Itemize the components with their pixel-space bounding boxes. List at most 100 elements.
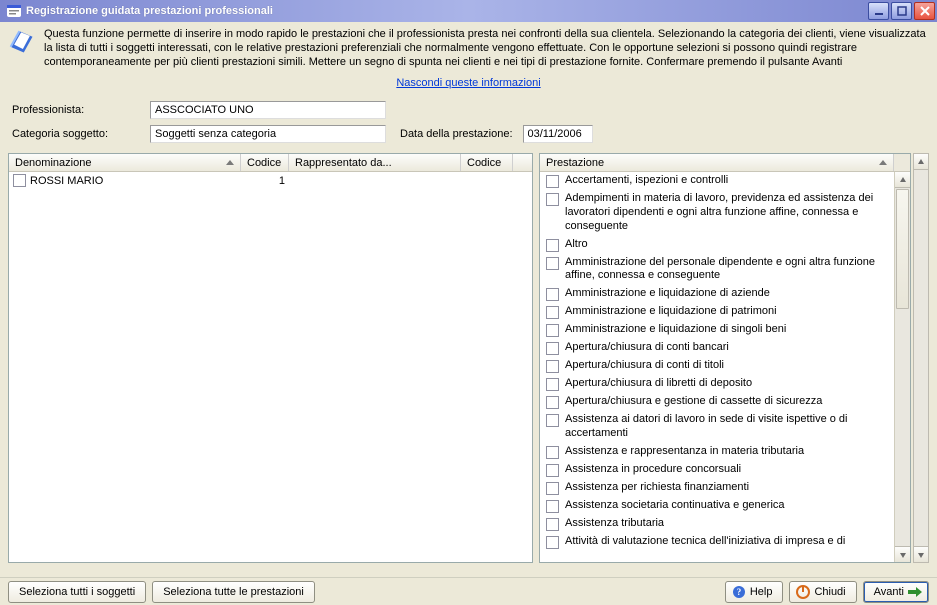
- list-item[interactable]: Assistenza societaria continuativa e gen…: [540, 497, 894, 515]
- codice-cell: 1: [241, 172, 289, 189]
- next-button[interactable]: Avanti: [863, 581, 929, 603]
- professionista-label: Professionista:: [12, 104, 150, 116]
- service-text: Amministrazione e liquidazione di patrim…: [565, 305, 777, 319]
- service-checkbox[interactable]: [546, 378, 559, 391]
- close-button[interactable]: [914, 2, 935, 20]
- hide-info-link[interactable]: Nascondi queste informazioni: [396, 77, 540, 89]
- list-item[interactable]: Apertura/chiusura e gestione di cassette…: [540, 393, 894, 411]
- col-prestazione[interactable]: Prestazione: [540, 154, 894, 171]
- service-text: Assistenza ai datori di lavoro in sede d…: [565, 413, 888, 441]
- service-checkbox[interactable]: [546, 396, 559, 409]
- list-item[interactable]: Amministrazione del personale dipendente…: [540, 254, 894, 286]
- row-checkbox[interactable]: [13, 174, 26, 187]
- outer-scroll-down-icon[interactable]: [914, 546, 928, 562]
- services-table: Prestazione Accertamenti, ispezioni e co…: [539, 153, 911, 563]
- service-checkbox[interactable]: [546, 446, 559, 459]
- list-item[interactable]: Assistenza e rappresentanza in materia t…: [540, 443, 894, 461]
- outer-scrollbar[interactable]: [913, 153, 929, 563]
- col-rappresentato[interactable]: Rappresentato da...: [289, 154, 461, 171]
- scroll-up-icon[interactable]: [895, 172, 910, 188]
- service-text: Apertura/chiusura e gestione di cassette…: [565, 395, 822, 409]
- service-checkbox[interactable]: [546, 175, 559, 188]
- service-checkbox[interactable]: [546, 518, 559, 531]
- data-prestazione-input[interactable]: [523, 125, 593, 143]
- codice2-cell: [461, 172, 513, 189]
- list-item[interactable]: Amministrazione e liquidazione di singol…: [540, 321, 894, 339]
- maximize-button[interactable]: [891, 2, 912, 20]
- service-text: Apertura/chiusura di conti bancari: [565, 341, 729, 355]
- scroll-down-icon[interactable]: [895, 546, 910, 562]
- help-button[interactable]: ? Help: [725, 581, 784, 603]
- minimize-button[interactable]: [868, 2, 889, 20]
- service-checkbox[interactable]: [546, 482, 559, 495]
- denom-text: ROSSI MARIO: [30, 175, 103, 187]
- list-item[interactable]: Assistenza tributaria: [540, 515, 894, 533]
- power-icon: [796, 585, 810, 599]
- service-checkbox[interactable]: [546, 536, 559, 549]
- service-checkbox[interactable]: [546, 288, 559, 301]
- list-item[interactable]: Adempimenti in materia di lavoro, previd…: [540, 190, 894, 235]
- col-scroll-gap: [894, 154, 910, 171]
- services-scrollbar[interactable]: [894, 172, 910, 562]
- service-checkbox[interactable]: [546, 414, 559, 427]
- col-codice[interactable]: Codice: [241, 154, 289, 171]
- service-checkbox[interactable]: [546, 464, 559, 477]
- subjects-table: Denominazione Codice Rappresentato da...…: [8, 153, 533, 563]
- categoria-input[interactable]: [150, 125, 386, 143]
- service-text: Amministrazione e liquidazione di singol…: [565, 323, 786, 337]
- outer-scroll-up-icon[interactable]: [914, 154, 928, 170]
- col-denominazione[interactable]: Denominazione: [9, 154, 241, 171]
- window-title: Registrazione guidata prestazioni profes…: [26, 5, 868, 17]
- service-text: Assistenza societaria continuativa e gen…: [565, 499, 785, 513]
- list-item[interactable]: Amministrazione e liquidazione di aziend…: [540, 285, 894, 303]
- arrow-right-icon: [908, 586, 922, 598]
- table-row[interactable]: ROSSI MARIO 1: [9, 172, 532, 189]
- app-icon: [6, 3, 22, 19]
- service-text: Assistenza e rappresentanza in materia t…: [565, 445, 804, 459]
- service-text: Amministrazione e liquidazione di aziend…: [565, 287, 770, 301]
- list-item[interactable]: Assistenza in procedure concorsuali: [540, 461, 894, 479]
- list-item[interactable]: Assistenza per richiesta finanziamenti: [540, 479, 894, 497]
- list-item[interactable]: Accertamenti, ispezioni e controlli: [540, 172, 894, 190]
- list-item[interactable]: Attività di valutazione tecnica dell'ini…: [540, 533, 894, 551]
- service-checkbox[interactable]: [546, 342, 559, 355]
- service-checkbox[interactable]: [546, 360, 559, 373]
- close-dialog-button[interactable]: Chiudi: [789, 581, 856, 603]
- service-checkbox[interactable]: [546, 257, 559, 270]
- service-text: Adempimenti in materia di lavoro, previd…: [565, 192, 888, 233]
- service-checkbox[interactable]: [546, 500, 559, 513]
- list-item[interactable]: Apertura/chiusura di conti di titoli: [540, 357, 894, 375]
- service-checkbox[interactable]: [546, 239, 559, 252]
- service-text: Apertura/chiusura di libretti di deposit…: [565, 377, 752, 391]
- select-all-services-button[interactable]: Seleziona tutte le prestazioni: [152, 581, 315, 603]
- info-text: Questa funzione permette di inserire in …: [44, 28, 927, 69]
- list-item[interactable]: Apertura/chiusura di libretti di deposit…: [540, 375, 894, 393]
- professionista-input[interactable]: [150, 101, 386, 119]
- service-checkbox[interactable]: [546, 193, 559, 206]
- service-text: Assistenza in procedure concorsuali: [565, 463, 741, 477]
- title-bar: Registrazione guidata prestazioni profes…: [0, 0, 937, 22]
- service-text: Altro: [565, 238, 588, 252]
- categoria-label: Categoria soggetto:: [12, 128, 150, 140]
- info-banner: Questa funzione permette di inserire in …: [0, 22, 937, 71]
- service-checkbox[interactable]: [546, 306, 559, 319]
- data-prestazione-label: Data della prestazione:: [400, 128, 513, 140]
- service-text: Amministrazione del personale dipendente…: [565, 256, 888, 284]
- service-text: Assistenza per richiesta finanziamenti: [565, 481, 749, 495]
- service-text: Accertamenti, ispezioni e controlli: [565, 174, 728, 188]
- scroll-thumb[interactable]: [896, 189, 909, 309]
- help-icon: ?: [732, 585, 746, 599]
- select-all-subjects-button[interactable]: Seleziona tutti i soggetti: [8, 581, 146, 603]
- service-text: Assistenza tributaria: [565, 517, 664, 531]
- svg-text:?: ?: [737, 587, 742, 597]
- list-item[interactable]: Amministrazione e liquidazione di patrim…: [540, 303, 894, 321]
- list-item[interactable]: Assistenza ai datori di lavoro in sede d…: [540, 411, 894, 443]
- list-item[interactable]: Altro: [540, 236, 894, 254]
- rappr-cell: [289, 172, 461, 189]
- col-filler: [513, 154, 532, 171]
- service-text: Attività di valutazione tecnica dell'ini…: [565, 535, 845, 549]
- service-checkbox[interactable]: [546, 324, 559, 337]
- col-codice2[interactable]: Codice: [461, 154, 513, 171]
- list-item[interactable]: Apertura/chiusura di conti bancari: [540, 339, 894, 357]
- info-icon: [8, 28, 36, 56]
